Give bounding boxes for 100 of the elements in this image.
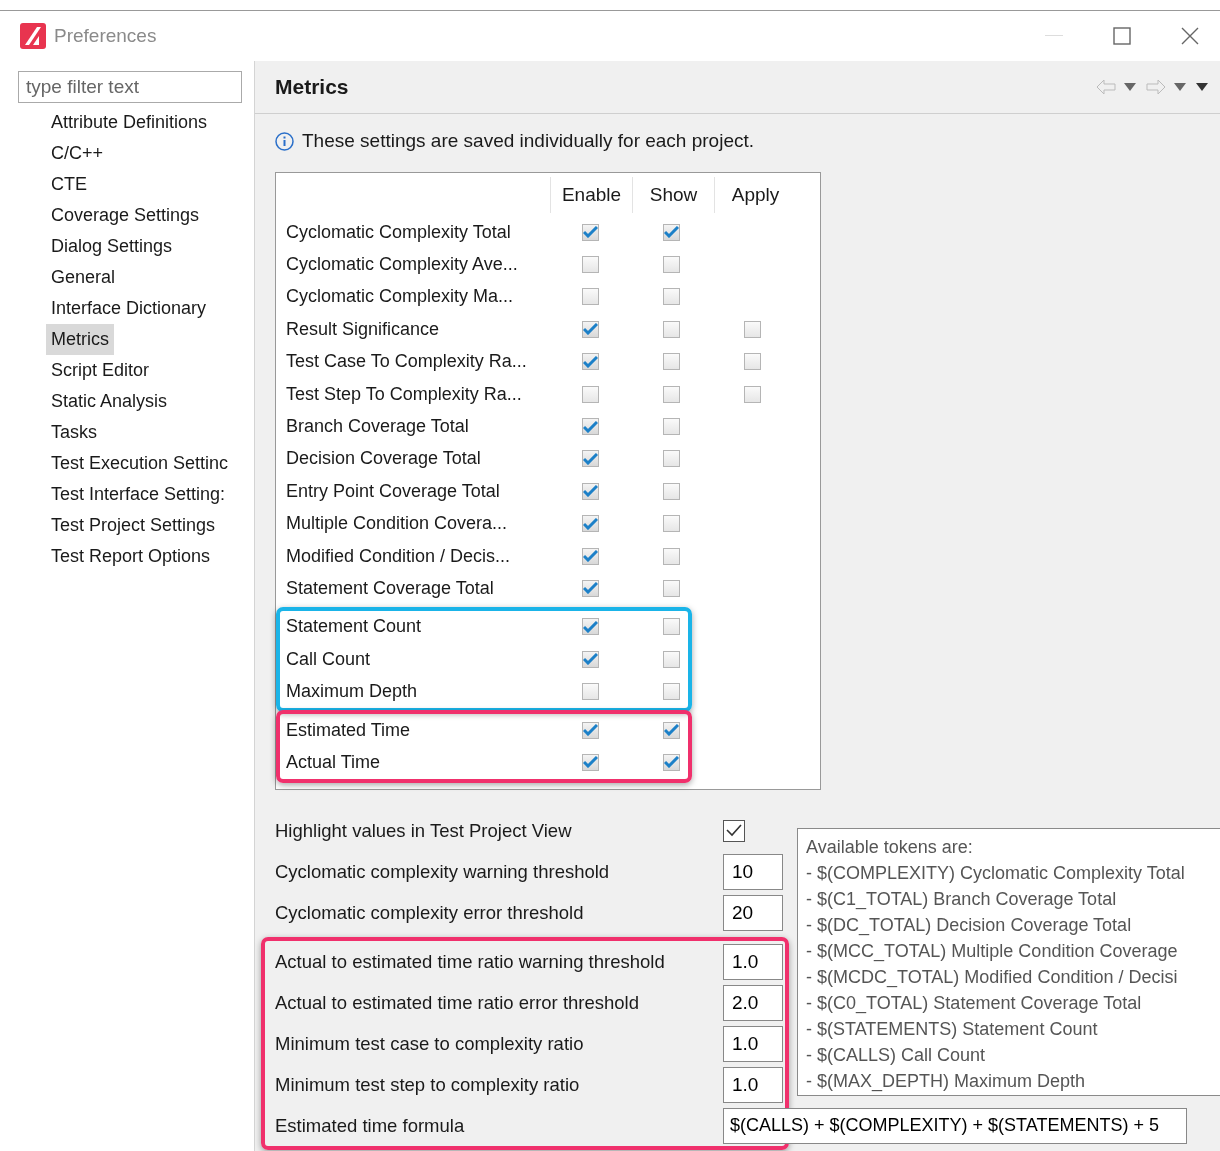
enable-checkbox[interactable] — [582, 482, 599, 500]
show-checkbox[interactable] — [663, 580, 680, 597]
metric-name: Branch Coverage Total — [285, 416, 470, 438]
show-checkbox[interactable] — [663, 547, 680, 565]
show-checkbox[interactable] — [663, 515, 680, 533]
formula-field[interactable]: $(CALLS) + $(COMPLEXITY) + $(STATEMENTS) + 5 — [723, 1107, 1187, 1144]
highlight-checkbox[interactable] — [723, 819, 745, 842]
enable-checkbox[interactable] — [582, 418, 599, 436]
metric-name: Cyclomatic Complexity Total — [285, 221, 512, 243]
info-text: These settings are saved individually for each project. — [302, 130, 755, 152]
enable-checkbox[interactable] — [582, 320, 599, 338]
number-field[interactable]: 10 — [723, 853, 783, 890]
enable-checkbox[interactable] — [582, 223, 599, 241]
sidebar-item[interactable]: Interface Dictionary — [46, 293, 212, 324]
window-title: Preferences — [54, 25, 158, 47]
app-logo-icon — [20, 23, 46, 49]
enable-checkbox[interactable] — [582, 515, 599, 533]
sidebar-item[interactable]: Static Analysis — [46, 386, 173, 417]
sidebar-item[interactable]: C/C++ — [46, 138, 109, 169]
tooltip-line: - $(MCC_TOTAL) Multiple Condition Coverage — [806, 940, 1179, 964]
enable-checkbox[interactable] — [582, 547, 599, 565]
enable-checkbox[interactable] — [582, 650, 599, 668]
sidebar-item[interactable]: Tasks — [46, 417, 102, 448]
show-checkbox[interactable] — [663, 753, 680, 771]
enable-checkbox[interactable] — [582, 450, 599, 468]
column-header: Enable — [550, 177, 632, 213]
show-checkbox[interactable] — [663, 721, 680, 739]
metric-name: Maximum Depth — [285, 681, 419, 703]
enable-checkbox[interactable] — [582, 353, 599, 371]
metric-name: Decision Coverage Total — [285, 448, 482, 470]
number-field[interactable]: 1.0 — [723, 1066, 783, 1103]
setting-label: Actual to estimated time ratio warning threshold — [275, 950, 666, 973]
close-icon[interactable] — [1180, 26, 1200, 46]
enable-checkbox[interactable] — [582, 721, 599, 739]
metric-name: Cyclomatic Complexity Ma... — [285, 286, 515, 308]
tooltip-line: - $(C0_TOTAL) Statement Coverage Total — [806, 992, 1143, 1016]
back-arrow-icon[interactable] — [1096, 79, 1116, 95]
enable-checkbox[interactable] — [582, 618, 599, 636]
number-field[interactable]: 1.0 — [723, 943, 783, 980]
metric-name: Result Significance — [285, 318, 441, 340]
page-title: Metrics — [275, 75, 350, 99]
metric-name: Entry Point Coverage Total — [285, 480, 501, 502]
sidebar-item[interactable]: CTE — [46, 169, 92, 200]
sidebar-item[interactable]: Coverage Settings — [46, 200, 205, 231]
metric-name: Cyclomatic Complexity Ave... — [285, 254, 519, 276]
number-field[interactable]: 2.0 — [723, 984, 783, 1021]
sidebar-item[interactable]: Dialog Settings — [46, 231, 178, 262]
show-checkbox[interactable] — [663, 353, 680, 371]
number-field[interactable]: 1.0 — [723, 1025, 783, 1062]
sidebar-item[interactable]: Metrics — [46, 324, 114, 355]
sidebar-item[interactable]: General — [46, 262, 121, 293]
setting-label: Cyclomatic complexity error threshold — [275, 901, 585, 924]
forward-arrow-icon[interactable] — [1146, 79, 1166, 95]
sidebar-item[interactable]: Test Report Options — [46, 541, 216, 572]
sidebar-item[interactable]: Script Editor — [46, 355, 155, 386]
metric-name: Test Step To Complexity Ra... — [285, 383, 523, 405]
show-checkbox[interactable] — [663, 385, 680, 403]
tooltip-line: - $(C1_TOTAL) Branch Coverage Total — [806, 888, 1118, 912]
setting-label: Cyclomatic complexity warning threshold — [275, 860, 611, 883]
tooltip-line: - $(MCDC_TOTAL) Modified Condition / Decisi — [806, 966, 1179, 990]
dropdown-icon[interactable] — [1124, 83, 1136, 91]
setting-label: Highlight values in Test Project View — [275, 819, 573, 842]
tooltip-title: Available tokens are: — [806, 836, 974, 859]
apply-checkbox[interactable] — [744, 385, 761, 403]
tooltip-line: - $(COMPLEXITY) Cyclomatic Complexity Total — [806, 862, 1186, 885]
show-checkbox[interactable] — [663, 256, 680, 274]
show-checkbox[interactable] — [663, 683, 680, 701]
dropdown-icon[interactable] — [1174, 83, 1186, 91]
sidebar-item[interactable]: Test Interface Setting: — [46, 479, 231, 510]
sidebar-item[interactable]: Test Project Settings — [46, 510, 221, 541]
sidebar-item[interactable]: Attribute Definitions — [46, 107, 213, 138]
show-checkbox[interactable] — [663, 450, 680, 468]
enable-checkbox[interactable] — [582, 385, 599, 403]
show-checkbox[interactable] — [663, 618, 680, 636]
enable-checkbox[interactable] — [582, 753, 599, 771]
enable-checkbox[interactable] — [582, 288, 599, 306]
enable-checkbox[interactable] — [582, 683, 599, 701]
sidebar-item[interactable]: Test Execution Settinc — [46, 448, 234, 479]
metric-name: Multiple Condition Covera... — [285, 513, 509, 535]
enable-checkbox[interactable] — [582, 580, 599, 597]
show-checkbox[interactable] — [663, 650, 680, 668]
show-checkbox[interactable] — [663, 223, 680, 241]
info-icon — [275, 131, 294, 151]
setting-label: Minimum test case to complexity ratio — [275, 1032, 585, 1055]
show-checkbox[interactable] — [663, 320, 680, 338]
number-field[interactable]: 20 — [723, 894, 783, 931]
show-checkbox[interactable] — [663, 418, 680, 436]
filter-field[interactable]: type filter text — [18, 71, 242, 103]
show-checkbox[interactable] — [663, 482, 680, 500]
tooltip-line: - $(CALLS) Call Count — [806, 1044, 987, 1067]
tooltip-line: - $(DC_TOTAL) Decision Coverage Total — [806, 914, 1133, 938]
maximize-icon[interactable] — [1113, 27, 1131, 45]
view-menu-icon[interactable] — [1196, 83, 1208, 91]
minimize-icon[interactable] — [1045, 35, 1063, 37]
apply-checkbox[interactable] — [744, 353, 761, 371]
enable-checkbox[interactable] — [582, 256, 599, 274]
column-header: Show — [632, 177, 714, 213]
apply-checkbox[interactable] — [744, 320, 761, 338]
show-checkbox[interactable] — [663, 288, 680, 306]
tooltip-line: - $(STATEMENTS) Statement Count — [806, 1018, 1099, 1041]
